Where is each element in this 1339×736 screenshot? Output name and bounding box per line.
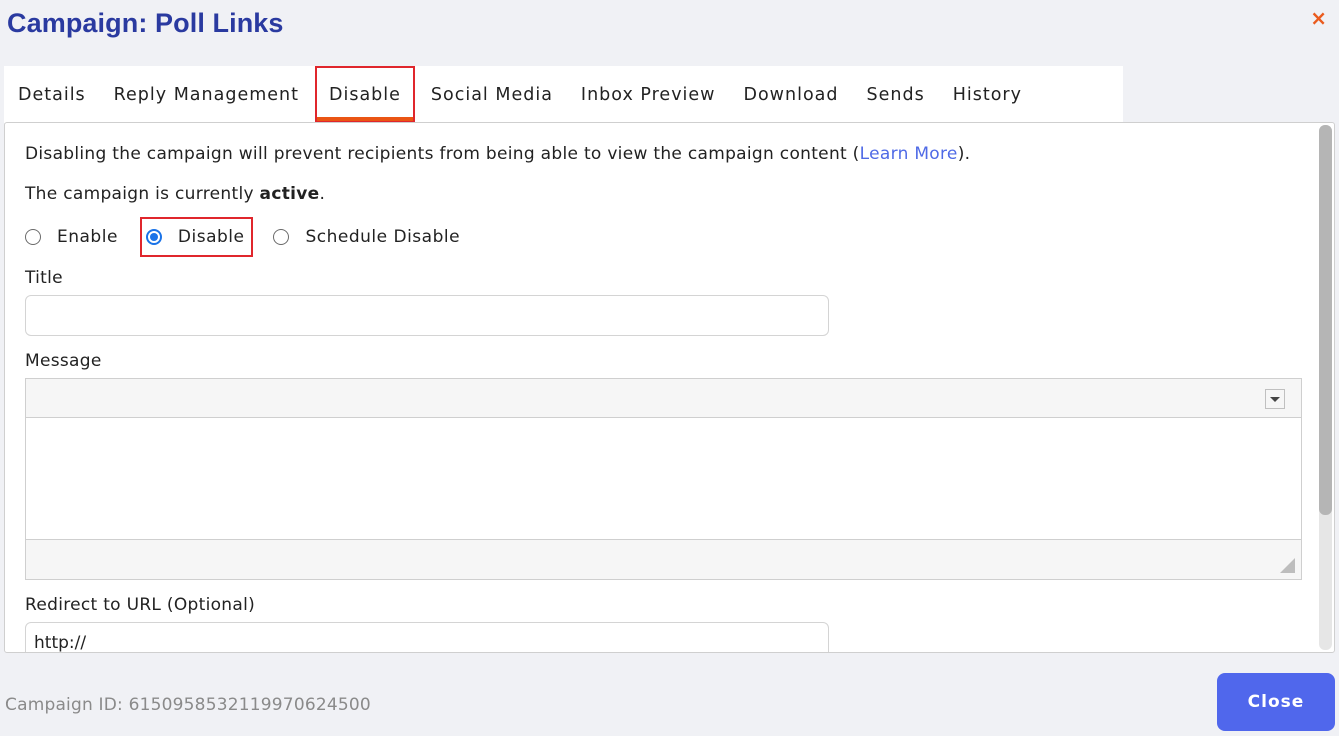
message-editor-body[interactable] bbox=[26, 418, 1301, 539]
scrollbar-thumb[interactable] bbox=[1319, 125, 1332, 515]
tab-social-media[interactable]: Social Media bbox=[417, 66, 567, 123]
radio-enable[interactable]: Enable bbox=[25, 217, 118, 257]
tab-sends[interactable]: Sends bbox=[853, 66, 939, 123]
redirect-url-label: Redirect to URL (Optional) bbox=[25, 595, 256, 615]
description-suffix: ). bbox=[957, 144, 971, 164]
panel-scrollbar[interactable] bbox=[1319, 125, 1332, 650]
status-value: active bbox=[259, 184, 320, 204]
radio-label-schedule-disable: Schedule Disable bbox=[305, 227, 461, 247]
radio-button-schedule-disable[interactable] bbox=[273, 229, 290, 245]
message-label: Message bbox=[25, 351, 102, 371]
tab-bar: Details Reply Management Disable Social … bbox=[4, 66, 1123, 123]
close-button[interactable]: Close bbox=[1217, 673, 1335, 731]
disable-panel: Disabling the campaign will prevent reci… bbox=[4, 122, 1335, 653]
chevron-down-icon[interactable] bbox=[1265, 389, 1285, 409]
disable-description: Disabling the campaign will prevent reci… bbox=[25, 144, 970, 164]
radio-label-enable: Enable bbox=[57, 227, 118, 247]
title-label: Title bbox=[25, 268, 63, 288]
disable-mode-radio-group: Enable Disable Schedule Disable bbox=[25, 217, 460, 257]
radio-label-disable: Disable bbox=[177, 227, 245, 247]
tab-disable[interactable]: Disable bbox=[314, 66, 415, 123]
campaign-status: The campaign is currently active. bbox=[25, 184, 325, 204]
redirect-url-input[interactable] bbox=[25, 622, 829, 652]
radio-disable[interactable]: Disable bbox=[139, 217, 254, 257]
resize-handle-icon[interactable] bbox=[1280, 558, 1295, 573]
close-icon[interactable]: × bbox=[1310, 8, 1327, 28]
title-input[interactable] bbox=[25, 295, 829, 336]
radio-schedule-disable[interactable]: Schedule Disable bbox=[273, 217, 460, 257]
radio-button-enable[interactable] bbox=[25, 229, 41, 245]
message-editor bbox=[25, 378, 1302, 580]
tab-details[interactable]: Details bbox=[4, 66, 100, 123]
tab-inbox-preview[interactable]: Inbox Preview bbox=[567, 66, 730, 123]
editor-toolbar bbox=[26, 379, 1301, 418]
campaign-id: Campaign ID: 6150958532119970624500 bbox=[5, 695, 371, 715]
editor-statusbar bbox=[26, 539, 1301, 579]
status-text: The campaign is currently bbox=[25, 184, 260, 204]
tab-history[interactable]: History bbox=[939, 66, 1036, 123]
description-text: Disabling the campaign will prevent reci… bbox=[25, 144, 860, 164]
status-suffix: . bbox=[319, 184, 326, 204]
radio-button-disable[interactable] bbox=[145, 229, 162, 245]
learn-more-link[interactable]: Learn More bbox=[860, 144, 958, 164]
tab-download[interactable]: Download bbox=[730, 66, 853, 123]
tab-reply-management[interactable]: Reply Management bbox=[100, 66, 313, 123]
dialog-title: Campaign: Poll Links bbox=[7, 8, 284, 38]
